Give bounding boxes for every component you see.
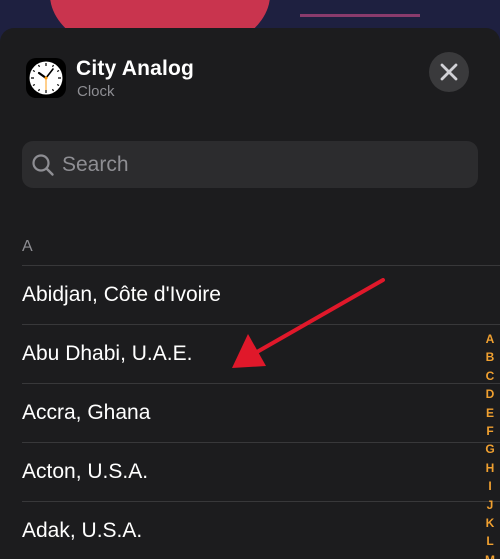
index-letter-b[interactable]: B xyxy=(486,348,495,366)
index-letter-j[interactable]: J xyxy=(487,496,494,514)
wallpaper-line xyxy=(300,0,420,17)
search-input[interactable] xyxy=(62,141,462,188)
city-label: Abidjan, Côte d'Ivoire xyxy=(22,283,221,306)
index-letter-f[interactable]: F xyxy=(486,422,493,440)
index-letter-m[interactable]: M xyxy=(485,551,495,559)
city-row-adak[interactable]: Adak, U.S.A. xyxy=(22,501,500,559)
annotation-arrow-icon xyxy=(232,278,385,368)
index-letter-a[interactable]: A xyxy=(486,330,495,348)
close-x-icon xyxy=(440,63,458,81)
index-letter-l[interactable]: L xyxy=(486,532,493,550)
widget-subtitle: Clock xyxy=(77,83,115,100)
index-letter-k[interactable]: K xyxy=(486,514,495,532)
index-letter-d[interactable]: D xyxy=(486,385,495,403)
city-row-acton[interactable]: Acton, U.S.A. xyxy=(22,442,500,501)
index-letter-h[interactable]: H xyxy=(486,459,495,477)
index-letter-g[interactable]: G xyxy=(485,440,494,458)
index-letter-e[interactable]: E xyxy=(486,404,494,422)
search-icon xyxy=(32,154,54,176)
city-label: Abu Dhabi, U.A.E. xyxy=(22,342,193,365)
analog-clock-icon xyxy=(26,58,66,98)
city-label: Acton, U.S.A. xyxy=(22,460,149,483)
index-letter-c[interactable]: C xyxy=(486,367,495,385)
section-header-a: A xyxy=(22,238,33,255)
close-button[interactable] xyxy=(429,52,469,92)
search-bar[interactable] xyxy=(22,141,478,188)
city-picker-sheet: City Analog Clock A Abidjan, Côte d'Ivoi… xyxy=(0,28,500,559)
city-label: Adak, U.S.A. xyxy=(22,519,143,542)
city-label: Accra, Ghana xyxy=(22,401,151,424)
alphabet-index[interactable]: A B C D E F G H I J K L M xyxy=(480,330,500,559)
index-letter-i[interactable]: I xyxy=(488,477,491,495)
widget-title: City Analog xyxy=(76,57,195,80)
city-row-accra[interactable]: Accra, Ghana xyxy=(22,383,500,442)
